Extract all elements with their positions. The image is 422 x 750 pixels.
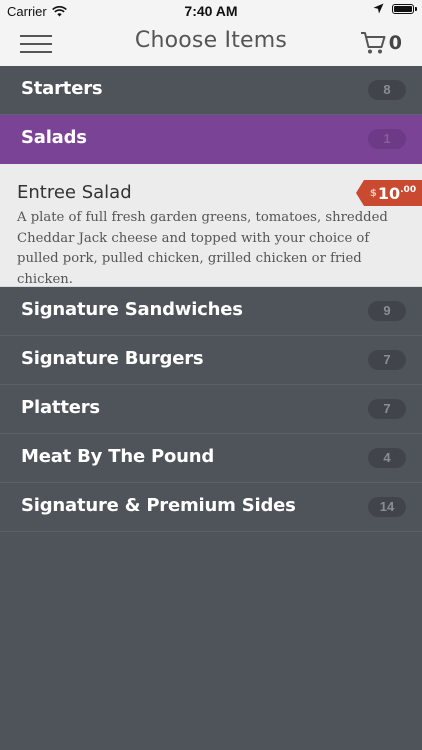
- price-cents: .00: [400, 185, 417, 195]
- category-signature-burgers[interactable]: Signature Burgers 7: [0, 336, 422, 385]
- cart-count: 0: [388, 32, 402, 54]
- price-tag: $ 10 .00: [356, 180, 422, 206]
- item-name: Entree Salad: [17, 182, 132, 203]
- category-signature-sandwiches[interactable]: Signature Sandwiches 9: [0, 287, 422, 336]
- price-currency: $: [369, 187, 377, 199]
- category-label: Salads: [21, 127, 87, 148]
- location-arrow-icon: [373, 3, 384, 14]
- status-time: 7:40 AM: [184, 3, 238, 19]
- price-dollars: 10: [377, 183, 401, 203]
- category-meat-by-the-pound[interactable]: Meat By The Pound 4: [0, 434, 422, 483]
- status-bar: Carrier 7:40 AM: [0, 0, 422, 22]
- cart-button[interactable]: 0: [360, 31, 402, 55]
- category-label: Signature & Premium Sides: [21, 495, 296, 516]
- category-count-badge: 4: [368, 448, 406, 468]
- item-description: A plate of full fresh garden greens, tom…: [17, 210, 388, 287]
- category-salads[interactable]: Salads 1: [0, 115, 422, 164]
- menu-item-entree-salad[interactable]: Entree Salad A plate of full fresh garde…: [0, 164, 422, 287]
- nav-bar: Choose Items 0: [0, 22, 422, 66]
- category-platters[interactable]: Platters 7: [0, 385, 422, 434]
- category-list: Starters 8 Salads 1 Entree Salad A plate…: [0, 66, 422, 532]
- category-signature-premium-sides[interactable]: Signature & Premium Sides 14: [0, 483, 422, 532]
- category-label: Platters: [21, 397, 100, 418]
- category-count-badge: 14: [368, 497, 406, 517]
- category-count-badge: 7: [368, 399, 406, 419]
- category-label: Signature Sandwiches: [21, 299, 243, 320]
- category-label: Signature Burgers: [21, 348, 204, 369]
- category-count-badge: 1: [368, 129, 406, 149]
- battery-icon: [392, 3, 417, 14]
- category-label: Meat By The Pound: [21, 446, 215, 467]
- cart-icon: [360, 32, 386, 54]
- status-right: [373, 3, 417, 14]
- page-title: Choose Items: [134, 28, 288, 53]
- category-label: Starters: [21, 78, 103, 99]
- category-starters[interactable]: Starters 8: [0, 66, 422, 115]
- category-count-badge: 8: [368, 80, 406, 100]
- category-count-badge: 9: [368, 301, 406, 321]
- category-count-badge: 7: [368, 350, 406, 370]
